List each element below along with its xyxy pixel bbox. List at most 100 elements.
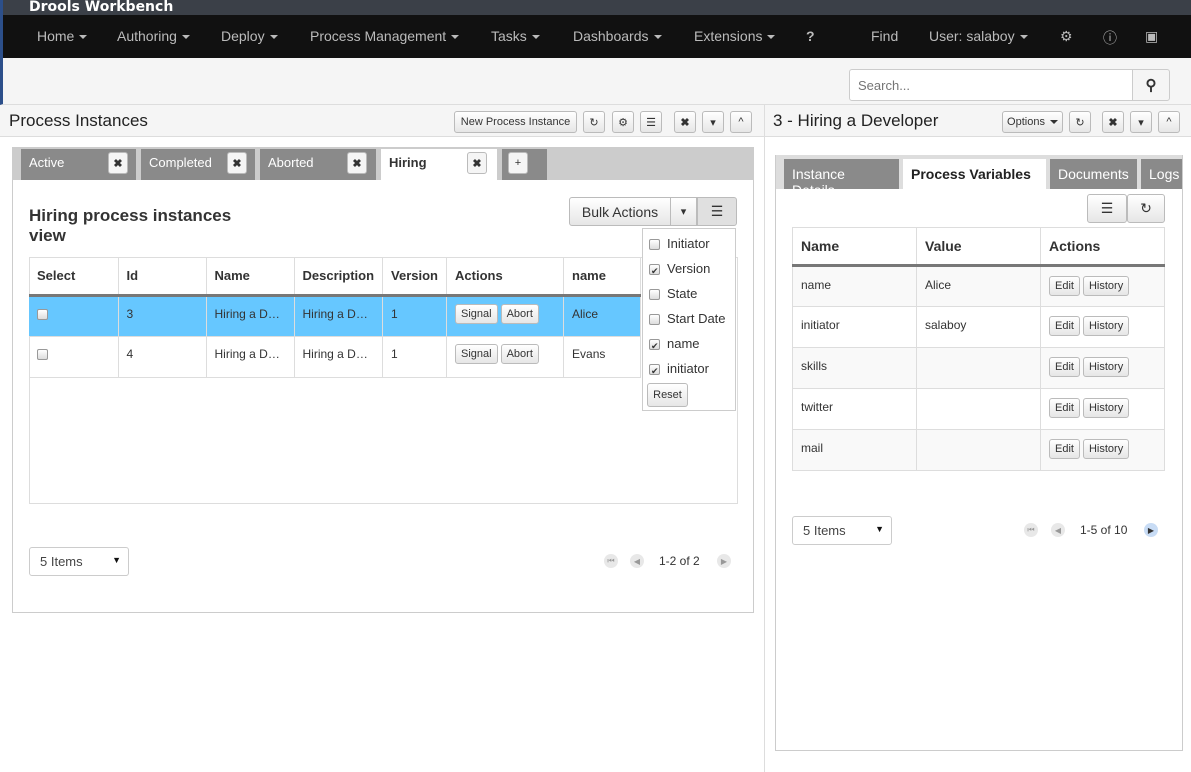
- page-size-select[interactable]: 5 Items: [792, 516, 892, 545]
- nav-process-management[interactable]: Process Management: [310, 28, 460, 44]
- nav-find[interactable]: Find: [871, 28, 898, 44]
- nav-home[interactable]: Home: [37, 28, 88, 44]
- edit-button[interactable]: Edit: [1049, 357, 1080, 377]
- table-row: mail Edit History: [792, 429, 1165, 471]
- close-tab-icon[interactable]: ✖: [467, 152, 487, 174]
- tab-documents[interactable]: Documents: [1050, 159, 1137, 189]
- first-page-icon[interactable]: ⏮: [604, 554, 618, 568]
- signal-button[interactable]: Signal: [455, 303, 498, 324]
- settings-icon[interactable]: ⚙: [1060, 28, 1073, 45]
- nav-extensions[interactable]: Extensions: [694, 28, 776, 44]
- search-icon: ⚲: [1145, 77, 1157, 94]
- next-page-icon[interactable]: ▶: [717, 554, 731, 568]
- abort-button[interactable]: Abort: [500, 343, 539, 364]
- search-button[interactable]: ⚲: [1132, 69, 1170, 101]
- reset-button[interactable]: Reset: [647, 383, 688, 407]
- refresh-button[interactable]: ↻: [1127, 194, 1165, 223]
- first-page-icon[interactable]: ⏮: [1024, 523, 1038, 537]
- cell-value: salaboy: [916, 306, 1041, 348]
- prev-page-icon[interactable]: ◀: [630, 554, 644, 568]
- panel-title: Process Instances: [9, 111, 148, 130]
- search-input[interactable]: [849, 69, 1133, 101]
- options-button[interactable]: Options: [1002, 111, 1063, 133]
- history-button[interactable]: History: [1082, 439, 1130, 459]
- close-tab-icon[interactable]: ✖: [227, 152, 247, 174]
- col-name[interactable]: Name: [792, 227, 917, 267]
- history-button[interactable]: History: [1082, 357, 1130, 377]
- process-instances-table: Select Id Name Description Version Actio…: [29, 257, 641, 378]
- column-option-initiator-var[interactable]: initiator: [649, 361, 709, 376]
- collapse-icon[interactable]: ^: [1158, 111, 1180, 133]
- nav-user[interactable]: User: salaboy: [929, 28, 1028, 44]
- refresh-icon[interactable]: ↻: [583, 111, 605, 133]
- caret-down-icon[interactable]: ▾: [702, 111, 724, 133]
- history-button[interactable]: History: [1082, 316, 1130, 336]
- edit-button[interactable]: Edit: [1049, 439, 1080, 459]
- abort-button[interactable]: Abort: [500, 303, 539, 324]
- info-icon[interactable]: ⓘ: [1103, 28, 1117, 48]
- close-icon[interactable]: ✖: [1102, 111, 1124, 133]
- cell-id: 3: [118, 295, 207, 337]
- edit-button[interactable]: Edit: [1049, 316, 1080, 336]
- table-row: skills Edit History: [792, 347, 1165, 389]
- close-tab-icon[interactable]: ✖: [108, 152, 128, 174]
- tab-instance-details[interactable]: Instance Details: [784, 159, 899, 198]
- edit-button[interactable]: Edit: [1049, 398, 1080, 418]
- close-icon[interactable]: ✖: [674, 111, 696, 133]
- new-process-instance-button[interactable]: New Process Instance: [454, 111, 577, 133]
- caret-down-icon: [531, 35, 540, 40]
- prev-page-icon[interactable]: ◀: [1051, 523, 1065, 537]
- cell-version: 1: [382, 295, 448, 337]
- cell-name: mail: [792, 429, 917, 471]
- col-version[interactable]: Version: [382, 257, 448, 297]
- column-picker-button[interactable]: ☰: [697, 197, 737, 226]
- bulk-actions-button[interactable]: Bulk Actions: [569, 197, 671, 226]
- refresh-icon[interactable]: ↻: [1069, 111, 1091, 133]
- page-size-select[interactable]: 5 Items: [29, 547, 129, 576]
- process-variables-table: Name Value Actions name Alice Edit History …: [792, 227, 1165, 471]
- column-option-initiator[interactable]: Initiator: [649, 236, 710, 251]
- col-actions[interactable]: Actions: [446, 257, 565, 297]
- column-option-state[interactable]: State: [649, 286, 697, 301]
- history-button[interactable]: History: [1082, 276, 1130, 296]
- nav-authoring[interactable]: Authoring: [117, 28, 190, 44]
- tab-logs[interactable]: Logs: [1141, 159, 1182, 189]
- row-checkbox[interactable]: [37, 308, 48, 320]
- help-icon[interactable]: ?: [806, 28, 815, 44]
- add-tab-button[interactable]: +: [508, 152, 528, 174]
- briefcase-icon[interactable]: ▣: [1145, 28, 1158, 45]
- nav-dashboards[interactable]: Dashboards: [573, 28, 662, 44]
- close-tab-icon[interactable]: ✖: [347, 152, 367, 174]
- nav-tasks[interactable]: Tasks: [491, 28, 540, 44]
- brand-bar: Drools Workbench: [0, 0, 1191, 15]
- caret-down-icon[interactable]: ▾: [1130, 111, 1152, 133]
- history-button[interactable]: History: [1082, 398, 1130, 418]
- col-name[interactable]: Name: [206, 257, 295, 297]
- gear-icon[interactable]: ⚙: [612, 111, 634, 133]
- table-row[interactable]: 4 Hiring a D… Hiring a D… 1 Signal Abort …: [29, 336, 641, 378]
- column-picker-button[interactable]: ☰: [1087, 194, 1127, 223]
- nav-deploy[interactable]: Deploy: [221, 28, 278, 44]
- caret-down-icon: [451, 35, 460, 40]
- col-actions[interactable]: Actions: [1040, 227, 1165, 267]
- next-page-icon[interactable]: ▶: [1144, 523, 1158, 537]
- col-select[interactable]: Select: [29, 257, 119, 297]
- column-option-version[interactable]: Version: [649, 261, 710, 276]
- table-row: name Alice Edit History: [792, 265, 1165, 307]
- col-description[interactable]: Description: [294, 257, 384, 297]
- list-icon[interactable]: ☰: [640, 111, 662, 133]
- collapse-icon[interactable]: ^: [730, 111, 752, 133]
- cell-description: Hiring a D…: [294, 336, 384, 378]
- col-value[interactable]: Value: [916, 227, 1041, 267]
- signal-button[interactable]: Signal: [455, 343, 498, 364]
- col-id[interactable]: Id: [118, 257, 207, 297]
- tab-process-variables[interactable]: Process Variables: [903, 159, 1046, 189]
- col-var-name[interactable]: name: [563, 257, 641, 297]
- bulk-actions-caret[interactable]: ▾: [670, 197, 697, 226]
- column-option-name[interactable]: name: [649, 336, 700, 351]
- panel-divider[interactable]: [764, 105, 765, 772]
- column-option-start-date[interactable]: Start Date: [649, 311, 726, 326]
- row-checkbox[interactable]: [37, 348, 48, 360]
- edit-button[interactable]: Edit: [1049, 276, 1080, 296]
- table-row[interactable]: 3 Hiring a D… Hiring a D… 1 Signal Abort …: [29, 295, 641, 337]
